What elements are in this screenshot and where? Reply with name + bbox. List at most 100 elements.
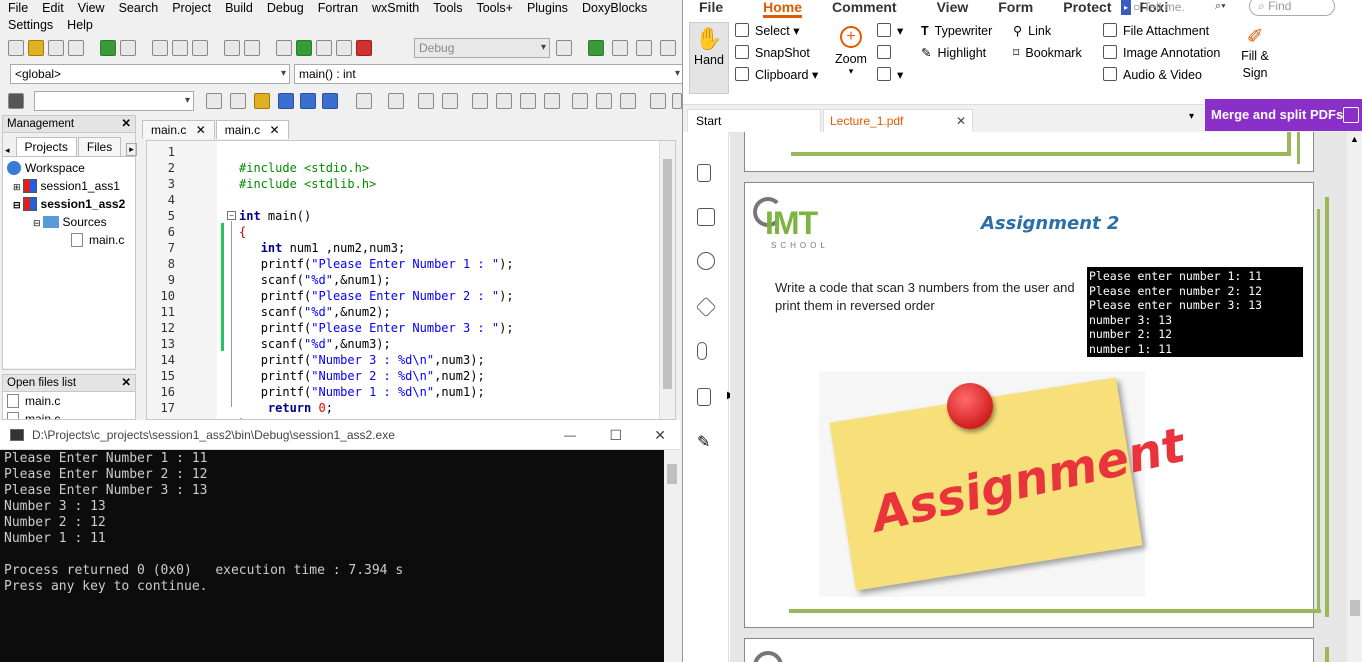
scrollbar-thumb[interactable] [667, 464, 677, 484]
rotate-button[interactable]: ▾ [877, 66, 903, 84]
editor-tab[interactable]: main.c ✕ [142, 120, 215, 139]
code-editor[interactable]: 1 2 3 4 5 6 7 8 9 10 11 12 13 14 15 16 17 − #include <st… [146, 140, 676, 420]
paste-icon[interactable] [192, 40, 208, 56]
document-scrollbar[interactable]: ▲ [1347, 132, 1362, 662]
image-annotation-button[interactable]: Image Annotation [1103, 44, 1220, 62]
ribbon-tab-file[interactable]: File [699, 0, 723, 18]
menu-edit[interactable]: Edit [42, 0, 64, 17]
tab-projects[interactable]: Projects [15, 137, 77, 156]
page-width-button[interactable] [877, 44, 897, 62]
shape1-icon[interactable] [572, 93, 588, 109]
search-combo[interactable]: ▾ [34, 91, 194, 111]
document-viewport[interactable]: IMT SCHOOL Assignment 2 Write a code tha… [730, 132, 1362, 662]
hand-tool-button[interactable]: ✋ Hand [689, 22, 729, 94]
menu-fortran[interactable]: Fortran [318, 0, 358, 17]
menu-tools[interactable]: Tools [433, 0, 462, 17]
minimize-button[interactable]: — [564, 420, 576, 450]
open-folder-icon[interactable] [28, 40, 44, 56]
close-button[interactable]: ✕ [654, 420, 666, 450]
scroll-up-icon[interactable]: ▲ [1350, 134, 1359, 144]
save-all-icon[interactable] [68, 40, 84, 56]
menu-build[interactable]: Build [225, 0, 253, 17]
tab-lecture[interactable]: Lecture_1.pdf ✕ [823, 109, 973, 133]
debug-out-icon[interactable] [660, 40, 676, 56]
page-fit-button[interactable]: ▾ [877, 22, 903, 40]
debug-next-icon[interactable] [636, 40, 652, 56]
cut-icon[interactable] [152, 40, 168, 56]
close-icon[interactable]: ✕ [269, 123, 279, 137]
tab-scroll-right-icon[interactable]: ▸ [126, 143, 137, 156]
menu-wxsmith[interactable]: wxSmith [372, 0, 419, 17]
layout4-icon[interactable] [544, 93, 560, 109]
clear-icon[interactable] [8, 93, 24, 109]
target-options-icon[interactable] [556, 40, 572, 56]
tree-item-file[interactable]: main.c [7, 231, 131, 249]
tab-start[interactable]: Start [687, 109, 821, 133]
ribbon-tab-form[interactable]: Form [998, 0, 1033, 18]
zoom-in-icon[interactable] [650, 93, 666, 109]
menu-project[interactable]: Project [172, 0, 211, 17]
undo-icon[interactable] [100, 40, 116, 56]
build-run-icon[interactable] [316, 40, 332, 56]
layout2-icon[interactable] [496, 93, 512, 109]
menu-view[interactable]: View [78, 0, 105, 17]
rebuild-icon[interactable] [336, 40, 352, 56]
shape3-icon[interactable] [620, 93, 636, 109]
run-icon[interactable] [296, 40, 312, 56]
tree-item-workspace[interactable]: Workspace [7, 159, 131, 177]
ribbon-tab-view[interactable]: View [937, 0, 969, 18]
ribbon-tab-home[interactable]: Home [763, 0, 803, 18]
selected-text-icon[interactable] [278, 93, 294, 109]
comments-panel-icon[interactable] [697, 252, 715, 270]
ribbon-tab-protect[interactable]: Protect [1063, 0, 1111, 18]
cursor-icon[interactable] [356, 93, 372, 109]
tell-me-box[interactable]: ○ Tell me. [1133, 0, 1223, 15]
zoom-out-icon[interactable] [672, 93, 682, 109]
debug-run-icon[interactable] [588, 40, 604, 56]
close-icon[interactable]: ✕ [956, 110, 966, 132]
maximize-button[interactable]: ☐ [609, 420, 622, 450]
menu-help[interactable]: Help [67, 17, 93, 34]
abort-icon[interactable] [356, 40, 372, 56]
regex-icon[interactable] [322, 93, 338, 109]
layout1-icon[interactable] [472, 93, 488, 109]
menu-plugins[interactable]: Plugins [527, 0, 568, 17]
bookmark-button[interactable]: ⌑ Bookmark [1013, 44, 1082, 62]
layers-panel-icon[interactable] [695, 296, 717, 318]
ribbon-tab-comment[interactable]: Comment [832, 0, 897, 18]
close-icon[interactable]: ✕ [121, 116, 131, 133]
scope-select[interactable]: <global> ▾ [10, 64, 290, 84]
editor-tab-active[interactable]: main.c ✕ [215, 120, 289, 139]
build-target-select[interactable]: Debug ▾ [414, 38, 550, 58]
menu-file[interactable]: File [8, 0, 28, 17]
tab-files[interactable]: Files [77, 137, 122, 156]
menu-tools[interactable]: Tools+ [476, 0, 512, 17]
match-case-icon[interactable] [300, 93, 316, 109]
scrollbar-thumb[interactable] [663, 159, 672, 389]
open-file-item[interactable]: main.c [7, 392, 135, 410]
function-select[interactable]: main() : int ▾ [294, 64, 682, 84]
replace-icon[interactable] [244, 40, 260, 56]
save-icon[interactable] [48, 40, 64, 56]
rect-icon[interactable] [388, 93, 404, 109]
redo-icon[interactable] [120, 40, 136, 56]
block2-icon[interactable] [442, 93, 458, 109]
build-gear-icon[interactable] [276, 40, 292, 56]
snapshot-button[interactable]: SnapShot [735, 44, 810, 62]
highlight-button[interactable]: ✎ Highlight [921, 44, 986, 62]
ribbon-scroll-right-icon[interactable]: ▸ [1121, 0, 1131, 15]
fold-icon[interactable]: − [227, 211, 236, 220]
tree-item-active-project[interactable]: ⊟ session1_ass2 [7, 195, 131, 213]
menu-search[interactable]: Search [119, 0, 159, 17]
debug-step-icon[interactable] [612, 40, 628, 56]
editor-scrollbar[interactable] [659, 141, 675, 419]
layout3-icon[interactable] [520, 93, 536, 109]
bookmark-panel-icon[interactable] [697, 164, 711, 182]
arrow-left-icon[interactable] [206, 93, 222, 109]
audio-video-button[interactable]: Audio & Video [1103, 66, 1202, 84]
merge-split-banner[interactable]: Merge and split PDFs [1205, 99, 1362, 131]
select-button[interactable]: Select ▾ [735, 22, 800, 40]
console-scrollbar[interactable] [664, 450, 680, 662]
copy-icon[interactable] [172, 40, 188, 56]
close-icon[interactable]: ✕ [121, 375, 131, 392]
